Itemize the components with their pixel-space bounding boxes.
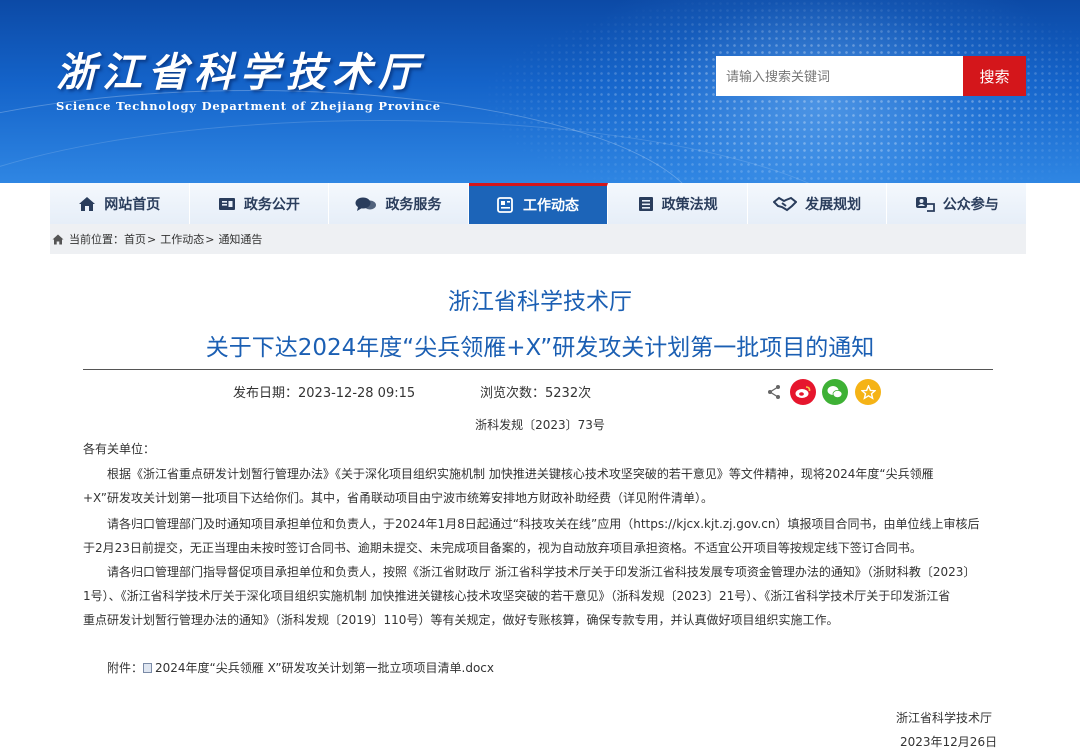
nav-label: 工作动态: [523, 198, 580, 214]
search-input[interactable]: [716, 56, 963, 96]
wechat-icon: [827, 386, 843, 398]
paragraph-3-line-1: 请各归口管理部门指导督促项目承担单位和负责人，按照《浙江省财政厅 浙江省科学技术…: [107, 565, 976, 579]
breadcrumb-separator: >: [205, 232, 215, 246]
nav-item-planning[interactable]: 发展规划: [748, 183, 888, 224]
breadcrumb-notices[interactable]: 通知通告: [218, 231, 262, 247]
people-icon: [915, 196, 935, 212]
nav-item-gov-open[interactable]: 政务公开: [190, 183, 330, 224]
star-icon: [860, 384, 876, 400]
publish-date: 发布日期：2023-12-28 09:15: [233, 386, 416, 401]
document-number: 浙科发规〔2023〕73号: [475, 418, 605, 432]
title-divider: [83, 369, 993, 370]
nav-label: 网站首页: [104, 196, 161, 213]
nav-item-work-news[interactable]: 工作动态: [468, 183, 609, 224]
news-icon: [497, 197, 513, 213]
nav-label: 政务公开: [243, 196, 300, 213]
nav-item-public[interactable]: 公众参与: [887, 183, 1026, 224]
search-button[interactable]: 搜索: [963, 56, 1026, 96]
document-list-icon: [638, 196, 653, 211]
weibo-icon: [795, 386, 811, 398]
signature-date: 2023年12月26日: [900, 735, 998, 749]
weibo-share-icon[interactable]: [790, 379, 816, 405]
paragraph-3-line-2: 1号）、《浙江省科学技术厅关于深化项目组织实施机制 加快推进关键核心技术攻坚突破…: [83, 589, 951, 603]
share-icon[interactable]: [767, 384, 781, 400]
chat-bubbles-icon: [355, 197, 377, 211]
favorite-share-icon[interactable]: [855, 379, 881, 405]
wechat-share-icon[interactable]: [822, 379, 848, 405]
home-icon: [79, 196, 96, 211]
breadcrumb-home[interactable]: 首页: [124, 231, 146, 247]
breadcrumb-work-news[interactable]: 工作动态: [160, 231, 204, 247]
paragraph-3-line-3: 重点研发计划暂行管理办法的通知》（浙科发规〔2019〕110号）等有关规定，做好…: [83, 613, 839, 627]
docx-file-icon: [143, 662, 153, 673]
attachment-row: 附件： 2024年度“尖兵领雁 X”研发攻关计划第一批立项项目清单.docx: [107, 659, 494, 676]
handshake-icon: [773, 196, 798, 211]
breadcrumb-prefix: 当前位置：: [69, 233, 124, 246]
view-count: 浏览次数：5232次: [480, 386, 592, 401]
article-title-org: 浙江省科学技术厅: [448, 289, 632, 315]
paragraph-1-line-2: +X”研发攻关计划第一批项目下达给你们。其中，省甬联动项目由宁波市统筹安排地方财…: [83, 491, 714, 505]
paragraph-1-line-1: 根据《浙江省重点研发计划暂行管理办法》《关于深化项目组织实施机制 加快推进关键核…: [107, 467, 934, 481]
attachment-label: 附件：: [107, 661, 144, 675]
home-icon: [52, 234, 64, 244]
attachment-link[interactable]: 2024年度“尖兵领雁 X”研发攻关计划第一批立项项目清单.docx: [155, 659, 494, 676]
article-title: 关于下达2024年度“尖兵领雁+X”研发攻关计划第一批项目的通知: [205, 335, 875, 361]
paragraph-2-line-1: 请各归口管理部门及时通知项目承担单位和负责人，于2024年1月8日起通过“科技攻…: [107, 517, 980, 531]
salutation: 各有关单位：: [83, 442, 156, 456]
main-nav: 网站首页 政务公开 政务服务 工作动态 政策法规 发展规划 公众参与: [50, 183, 1026, 224]
nav-label: 公众参与: [942, 196, 999, 213]
site-title[interactable]: 浙江省科学技术厅: [56, 40, 424, 98]
nav-item-home[interactable]: 网站首页: [50, 183, 190, 224]
open-book-icon: [218, 197, 235, 210]
signature-org: 浙江省科学技术厅: [896, 711, 993, 725]
nav-label: 政策法规: [661, 196, 718, 213]
breadcrumb-separator: >: [147, 232, 157, 246]
breadcrumb: 当前位置： 首页 > 工作动态 > 通知通告: [50, 224, 1026, 254]
site-subtitle: Science Technology Department of Zhejian…: [56, 99, 441, 113]
nav-item-policy[interactable]: 政策法规: [608, 183, 748, 224]
nav-item-gov-service[interactable]: 政务服务: [329, 183, 469, 224]
paragraph-2-line-2: 于2月23日前提交，无正当理由未按时签订合同书、逾期未提交、未完成项目备案的，视…: [83, 541, 922, 555]
nav-label: 发展规划: [805, 196, 862, 213]
header-banner: 浙江省科学技术厅 Science Technology Department o…: [0, 0, 1080, 183]
nav-label: 政务服务: [385, 196, 442, 213]
